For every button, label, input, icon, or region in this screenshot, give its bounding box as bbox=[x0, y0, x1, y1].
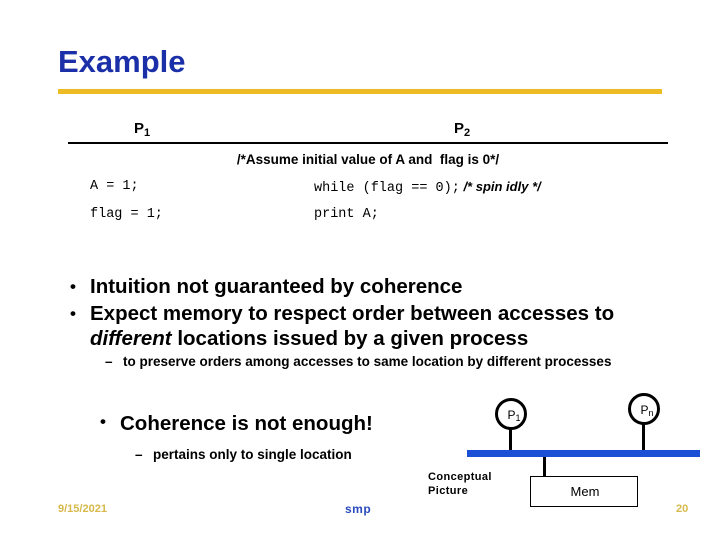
processor-node-pn-label: Pn bbox=[631, 403, 663, 418]
code-cell-p2-line2: print A; bbox=[314, 207, 379, 222]
processor-node-pn-letter: P bbox=[640, 403, 649, 417]
code-table-divider-rule bbox=[68, 142, 668, 144]
sub-bullet-pertains-single-location: pertains only to single location bbox=[90, 447, 352, 462]
memory-connector bbox=[543, 457, 546, 476]
process-header-p1-letter: P bbox=[134, 120, 145, 137]
processor-p1-connector bbox=[509, 428, 512, 452]
code-row: A = 1; while (flag == 0); /* spin idly *… bbox=[68, 179, 688, 201]
processor-node-p1-subscript: 1 bbox=[515, 413, 521, 423]
spin-idly-comment: /* spin idly */ bbox=[459, 179, 541, 194]
code-cell-p1-line2: flag = 1; bbox=[90, 207, 163, 222]
memory-box: Mem bbox=[530, 476, 638, 507]
page-title: Example bbox=[58, 44, 186, 79]
title-underline-rule bbox=[58, 89, 662, 94]
bullet-expect-memory-part2: locations issued by a given process bbox=[171, 327, 529, 350]
footer-topic-label: smp bbox=[345, 502, 372, 516]
code-cell-p1-line1: A = 1; bbox=[90, 179, 139, 194]
bullet-intuition: Intuition not guaranteed by coherence bbox=[60, 274, 700, 299]
processor-node-pn-subscript: n bbox=[648, 408, 654, 418]
footer-page-number: 20 bbox=[676, 503, 689, 515]
bullet-expect-memory-part1: Expect memory to respect order between a… bbox=[90, 302, 615, 325]
bullet-list: Intuition not guaranteed by coherence Ex… bbox=[60, 274, 700, 372]
shared-bus bbox=[467, 450, 700, 457]
process-header-p1: P1 bbox=[134, 120, 151, 139]
conceptual-picture-diagram: P1 Pn Mem Conceptual Picture bbox=[420, 388, 712, 518]
code-cell-p2-line1: while (flag == 0); /* spin idly */ bbox=[314, 179, 541, 196]
conceptual-picture-caption: Conceptual Picture bbox=[428, 471, 492, 497]
process-header-p1-subscript: 1 bbox=[144, 127, 151, 139]
assume-initial-value-comment: /*Assume initial value of A and flag is … bbox=[236, 152, 500, 167]
process-header-p2: P2 bbox=[454, 120, 471, 139]
process-column-headers: P1 P2 bbox=[68, 120, 668, 140]
bullet-expect-memory: Expect memory to respect order between a… bbox=[60, 301, 700, 351]
code-statement-p2-line1: while (flag == 0); bbox=[314, 181, 460, 196]
memory-box-label: Mem bbox=[570, 484, 600, 499]
footer-date: 9/15/2021 bbox=[58, 503, 107, 515]
processor-node-p1-letter: P bbox=[507, 408, 516, 422]
processor-node-pn: Pn bbox=[628, 393, 660, 425]
sub-bullet-preserve-orders: to preserve orders among accesses to sam… bbox=[60, 354, 700, 370]
bullet-expect-memory-emphasis: different bbox=[90, 327, 172, 350]
processor-pn-connector bbox=[642, 423, 645, 452]
process-header-p2-letter: P bbox=[454, 120, 465, 137]
bullet-coherence-not-enough: Coherence is not enough! bbox=[90, 412, 373, 436]
processor-node-p1: P1 bbox=[495, 398, 527, 430]
process-header-p2-subscript: 2 bbox=[464, 127, 471, 139]
processor-node-p1-label: P1 bbox=[498, 408, 530, 423]
code-row: flag = 1; print A; bbox=[68, 207, 688, 229]
